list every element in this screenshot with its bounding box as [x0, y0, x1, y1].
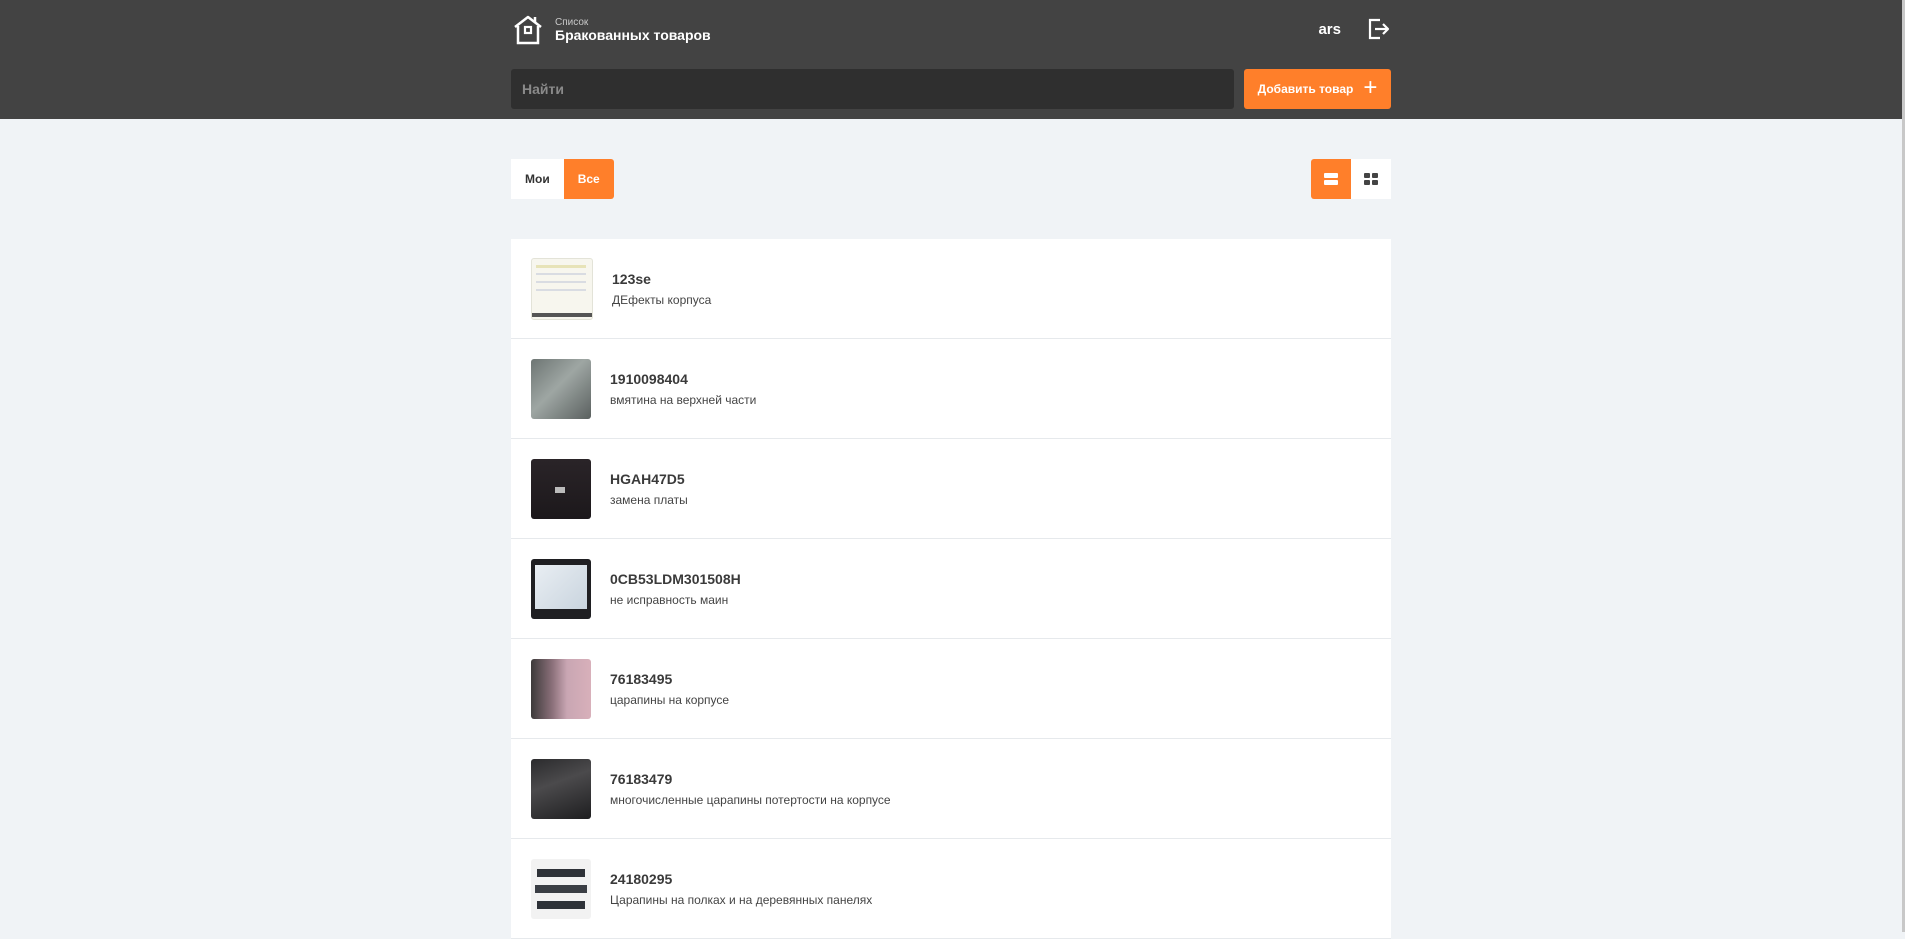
list-view-icon	[1324, 173, 1338, 185]
search-row: Добавить товар +	[511, 69, 1391, 109]
filter-mine-button[interactable]: Мои	[511, 159, 564, 199]
ownership-filter: Мои Все	[511, 159, 614, 199]
add-product-button[interactable]: Добавить товар +	[1244, 69, 1391, 109]
brand[interactable]: Список Бракованных товаров ars	[511, 12, 1391, 48]
item-description: царапины на корпусе	[610, 692, 730, 707]
item-title: HGAH47D5	[610, 470, 685, 487]
item-description: Царапины на полках и на деревянных панел…	[610, 892, 873, 907]
list-item[interactable]: 76183479 многочисленные царапины потерто…	[511, 739, 1391, 839]
filter-all-button[interactable]: Все	[563, 159, 614, 199]
logout-icon[interactable]	[1365, 16, 1391, 42]
list-item[interactable]: 1910098404 вмятина на верхней части	[511, 339, 1391, 439]
list-view-button[interactable]	[1311, 159, 1351, 199]
item-title: 24180295	[610, 870, 673, 887]
item-thumbnail	[531, 358, 591, 419]
grid-view-button[interactable]	[1351, 159, 1391, 199]
list-item[interactable]: HGAH47D5 замена платы	[511, 439, 1391, 539]
add-product-label: Добавить товар	[1257, 82, 1354, 96]
item-title: 123se	[612, 270, 651, 287]
search-input[interactable]	[511, 69, 1234, 109]
list-item[interactable]: 76183495 царапины на корпусе	[511, 639, 1391, 739]
item-description: замена платы	[610, 492, 688, 507]
item-title: 1910098404	[610, 370, 688, 387]
view-mode-switch	[1311, 159, 1391, 199]
item-thumbnail	[531, 758, 591, 819]
item-title: 76183479	[610, 770, 673, 787]
item-thumbnail	[531, 858, 591, 919]
item-thumbnail	[531, 658, 591, 719]
grid-view-icon	[1364, 173, 1378, 185]
page-title: Бракованных товаров	[555, 26, 711, 43]
item-thumbnail	[531, 458, 591, 519]
item-description: вмятина на верхней части	[610, 392, 757, 407]
item-description: не исправность маин	[610, 592, 729, 607]
app-header: Список Бракованных товаров ars Добавить …	[0, 0, 1905, 119]
toolbar: Мои Все	[511, 159, 1391, 199]
item-title: 0CB53LDM301508H	[610, 570, 741, 587]
item-thumbnail	[531, 257, 593, 320]
item-title: 76183495	[610, 670, 673, 687]
list-item[interactable]: 24180295 Царапины на полках и на деревян…	[511, 839, 1391, 939]
plus-icon: +	[1363, 74, 1378, 101]
list-item[interactable]: 0CB53LDM301508H не исправность маин	[511, 539, 1391, 639]
username[interactable]: ars	[1318, 21, 1341, 38]
item-description: многочисленные царапины потертости на ко…	[610, 792, 891, 807]
defect-list: 123se ДЕфекты корпуса 1910098404 вмятина…	[511, 239, 1391, 939]
item-description: ДЕфекты корпуса	[612, 292, 712, 307]
item-thumbnail	[531, 558, 591, 619]
user-area: ars	[1318, 16, 1391, 42]
home-icon	[514, 15, 542, 45]
list-item[interactable]: 123se ДЕфекты корпуса	[511, 239, 1391, 339]
